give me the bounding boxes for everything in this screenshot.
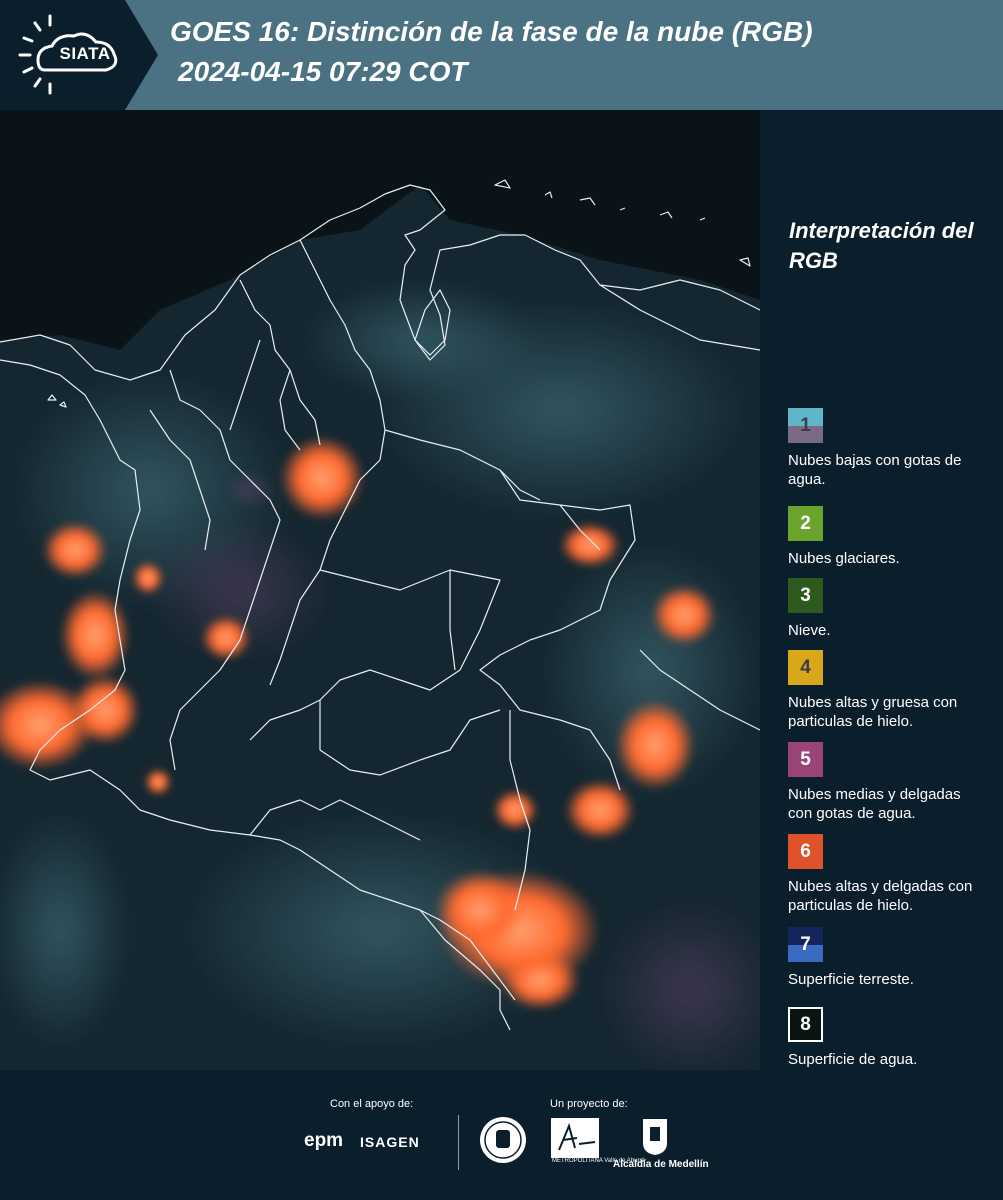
legend-item-3: 3 Nieve. <box>788 578 988 640</box>
legend-number: 2 <box>800 512 811 534</box>
satellite-map <box>0 110 760 1070</box>
legend-number: 4 <box>800 656 811 678</box>
project-caption: Un proyecto de: <box>550 1098 628 1110</box>
legend-item-2: 2 Nubes glaciares. <box>788 506 988 568</box>
support-caption: Con el apoyo de: <box>330 1098 414 1110</box>
legend-label: Superficie terreste. <box>788 971 914 988</box>
legend-number: 8 <box>800 1013 811 1035</box>
legend-item-5: 5 Nubes medias y delgadas con gotas de ag… <box>788 742 988 823</box>
legend-number: 1 <box>800 414 811 436</box>
legend-panel: Interpretación del RGB 1 Nubes bajas con … <box>760 110 1003 1070</box>
legend-label: Nubes altas y gruesa con particulas de h… <box>788 694 958 730</box>
amva-logo-icon <box>551 1118 599 1163</box>
legend-swatch: 4 <box>788 650 823 685</box>
university-seal-icon <box>478 1115 528 1170</box>
legend-item-1: 1 Nubes bajas con gotas de agua. <box>788 408 988 489</box>
legend-title: Interpretación del RGB <box>789 218 974 273</box>
timestamp: 2024-04-15 07:29 COT <box>178 56 468 87</box>
legend-swatch: 5 <box>788 742 823 777</box>
epm-logo: epm <box>304 1130 344 1151</box>
legend-number: 6 <box>800 840 811 862</box>
legend-label: Nubes medias y delgadas con gotas de agu… <box>788 786 961 822</box>
siata-logo: SIATA <box>0 0 158 110</box>
legend-label: Nubes altas y delgadas con particulas de… <box>788 878 973 914</box>
header: SIATA GOES 16: Distinción de la fase de … <box>0 0 1003 110</box>
legend-item-6: 6 Nubes altas y delgadas con particulas d… <box>788 834 988 915</box>
legend-label: Nieve. <box>788 622 831 639</box>
legend-item-8: 8 Superficie de agua. <box>788 1007 988 1069</box>
legend-number: 5 <box>800 748 811 770</box>
legend-swatch: 1 <box>788 408 823 443</box>
footer-divider <box>458 1115 459 1170</box>
legend-item-7: 7 Superficie terreste. <box>788 927 988 989</box>
isagen-logo: ISAGEN <box>360 1134 420 1150</box>
legend-label: Nubes bajas con gotas de agua. <box>788 452 962 488</box>
legend-swatch: 7 <box>788 927 823 962</box>
legend-swatch: 2 <box>788 506 823 541</box>
page-title: GOES 16: Distinción de la fase de la nub… <box>170 16 813 47</box>
medellin-shield-icon <box>641 1117 669 1162</box>
legend-swatch: 3 <box>788 578 823 613</box>
legend-label: Nubes glaciares. <box>788 550 900 567</box>
legend-item-4: 4 Nubes altas y gruesa con particulas de … <box>788 650 988 731</box>
legend-swatch: 6 <box>788 834 823 869</box>
legend-swatch: 8 <box>788 1007 823 1042</box>
footer: Con el apoyo de: Un proyecto de: epm ISA… <box>0 1070 1003 1200</box>
medellin-logo-text: Alcaldía de Medellín <box>613 1159 709 1170</box>
legend-number: 3 <box>800 584 811 606</box>
siata-logo-text: SIATA <box>59 44 111 63</box>
legend-label: Superficie de agua. <box>788 1051 918 1068</box>
legend-number: 7 <box>800 933 811 955</box>
